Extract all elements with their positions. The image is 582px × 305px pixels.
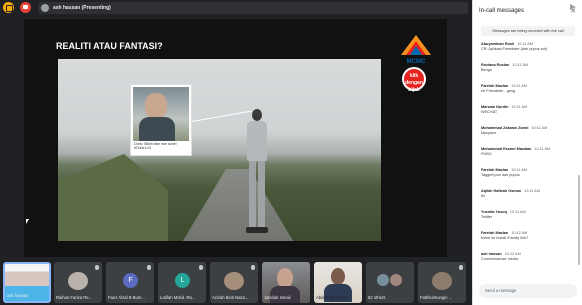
list-item: Yusnita Yusoq 10:11 AM Twitter — [481, 210, 526, 219]
list-item: Roziana Roslan 10:11 AM Bengo — [481, 63, 529, 72]
message-input[interactable]: Send a message — [479, 284, 577, 298]
mouse-cursor-icon — [26, 219, 29, 224]
participant-tile[interactable]: Azizah Binti Naza... — [210, 262, 258, 303]
stop-presenting-icon[interactable] — [3, 2, 14, 13]
participant-strip: ash hassan Raihan Fariza Re... F Faez Af… — [0, 262, 470, 305]
avatar: L — [175, 273, 190, 288]
participant-tile[interactable]: F Faez Afzal B Bum... — [106, 262, 154, 303]
presentation-slide: REALITI ATAU FANTASI? MCMC klik dengan b… — [24, 19, 447, 257]
selfie-image — [133, 87, 189, 141]
participant-name: 82 others — [368, 295, 386, 300]
mcmc-logo-text: MCMC — [407, 59, 426, 65]
participant-name: Raihan Fariza Re... — [56, 295, 93, 300]
participant-name: Abdurrahman Ro... — [316, 295, 352, 300]
avatar — [432, 272, 452, 290]
scrollbar[interactable] — [578, 175, 580, 265]
mic-off-icon — [199, 265, 203, 270]
mic-off-icon — [459, 265, 463, 270]
chat-title: In-call messages — [479, 8, 525, 14]
list-item: Marwan Nordin 10:11 AM WECHAT — [481, 105, 528, 114]
mcmc-logo: MCMC — [401, 35, 431, 65]
list-item: Farelah Mazlan 10:11 AM Tagged pun dah pup… — [481, 168, 527, 177]
presenter-banner: ash hassan (Presenting) — [38, 2, 468, 14]
avatar: F — [123, 273, 138, 288]
road-shape — [178, 169, 298, 241]
others-tile[interactable]: 82 others — [366, 262, 414, 303]
participant-tile[interactable]: ash hassan — [3, 262, 51, 303]
record-icon[interactable] — [20, 2, 31, 13]
mic-off-icon — [147, 265, 151, 270]
participant-tile[interactable]: Jamilah Ismail — [262, 262, 310, 303]
avatar — [377, 274, 389, 286]
list-item: Mohammad Ezamri Mazalan 10:11 AM PUBG — [481, 147, 551, 156]
presenter-label: ash hassan (Presenting) — [53, 5, 111, 11]
participant-name: Latifah Mohd. Ra... — [160, 295, 196, 300]
klik-dengan-bijak-badge: klik dengan bijak — [402, 67, 426, 93]
participant-name: Azizah Binti Naza... — [212, 295, 249, 300]
chat-panel: In-call messages ✕ Messages are being re… — [472, 0, 582, 305]
list-item: Aqilah Hafizah Osman 10:11 AM Ini — [481, 189, 540, 198]
slide-photo: Chris: 58km bike ride done! #Chris's IG — [58, 59, 381, 241]
participant-tile[interactable]: Raihan Fariza Re... — [54, 262, 102, 303]
recording-notice: Messages are being recorded with the cal… — [481, 26, 575, 36]
top-bar: ash hassan (Presenting) — [0, 0, 470, 16]
person-figure — [243, 109, 271, 237]
participant-tile[interactable]: Fatkhulmungin ... — [418, 262, 466, 303]
participant-tile[interactable]: Abdurrahman Ro... — [314, 262, 362, 303]
participant-name: Faez Afzal B Bum... — [108, 295, 145, 300]
send-icon[interactable] — [570, 4, 576, 10]
mic-off-icon — [251, 265, 255, 270]
list-item: Farelah Mazlan 10:11 AM eh Friendster - ge… — [481, 84, 527, 93]
message-list[interactable]: Abuyaminan Rosli 10:11 AM CR: Aplikasi Fri… — [481, 42, 577, 280]
post-caption: Chris: 58km bike ride done! #Chris's IG — [134, 142, 177, 150]
participant-name: Jamilah Ismail — [264, 295, 291, 300]
mic-off-icon — [95, 265, 99, 270]
participant-name: ash hassan — [7, 293, 29, 298]
list-item: Abuyaminan Rosli 10:11 AM CR: Aplikasi Fri… — [481, 42, 548, 51]
avatar — [68, 272, 88, 290]
list-item: Mohammad Zakwan Zamri 10:11 AM Myspace — [481, 126, 548, 135]
slide-title: REALITI ATAU FANTASI? — [56, 41, 163, 51]
avatar — [224, 272, 244, 290]
participant-tile[interactable]: L Latifah Mohd. Ra... — [158, 262, 206, 303]
avatar — [390, 274, 402, 286]
list-item: Farelah Mazlan 10:12 AM boleh ke install i… — [481, 231, 529, 240]
list-item: ash hassan 10:12 AM Commonsense media — [481, 252, 521, 261]
participant-name: Fatkhulmungin ... — [420, 295, 453, 300]
avatar — [41, 4, 49, 12]
hill-shape — [58, 154, 168, 241]
social-post-card: Chris: 58km bike ride done! #Chris's IG — [130, 84, 192, 156]
